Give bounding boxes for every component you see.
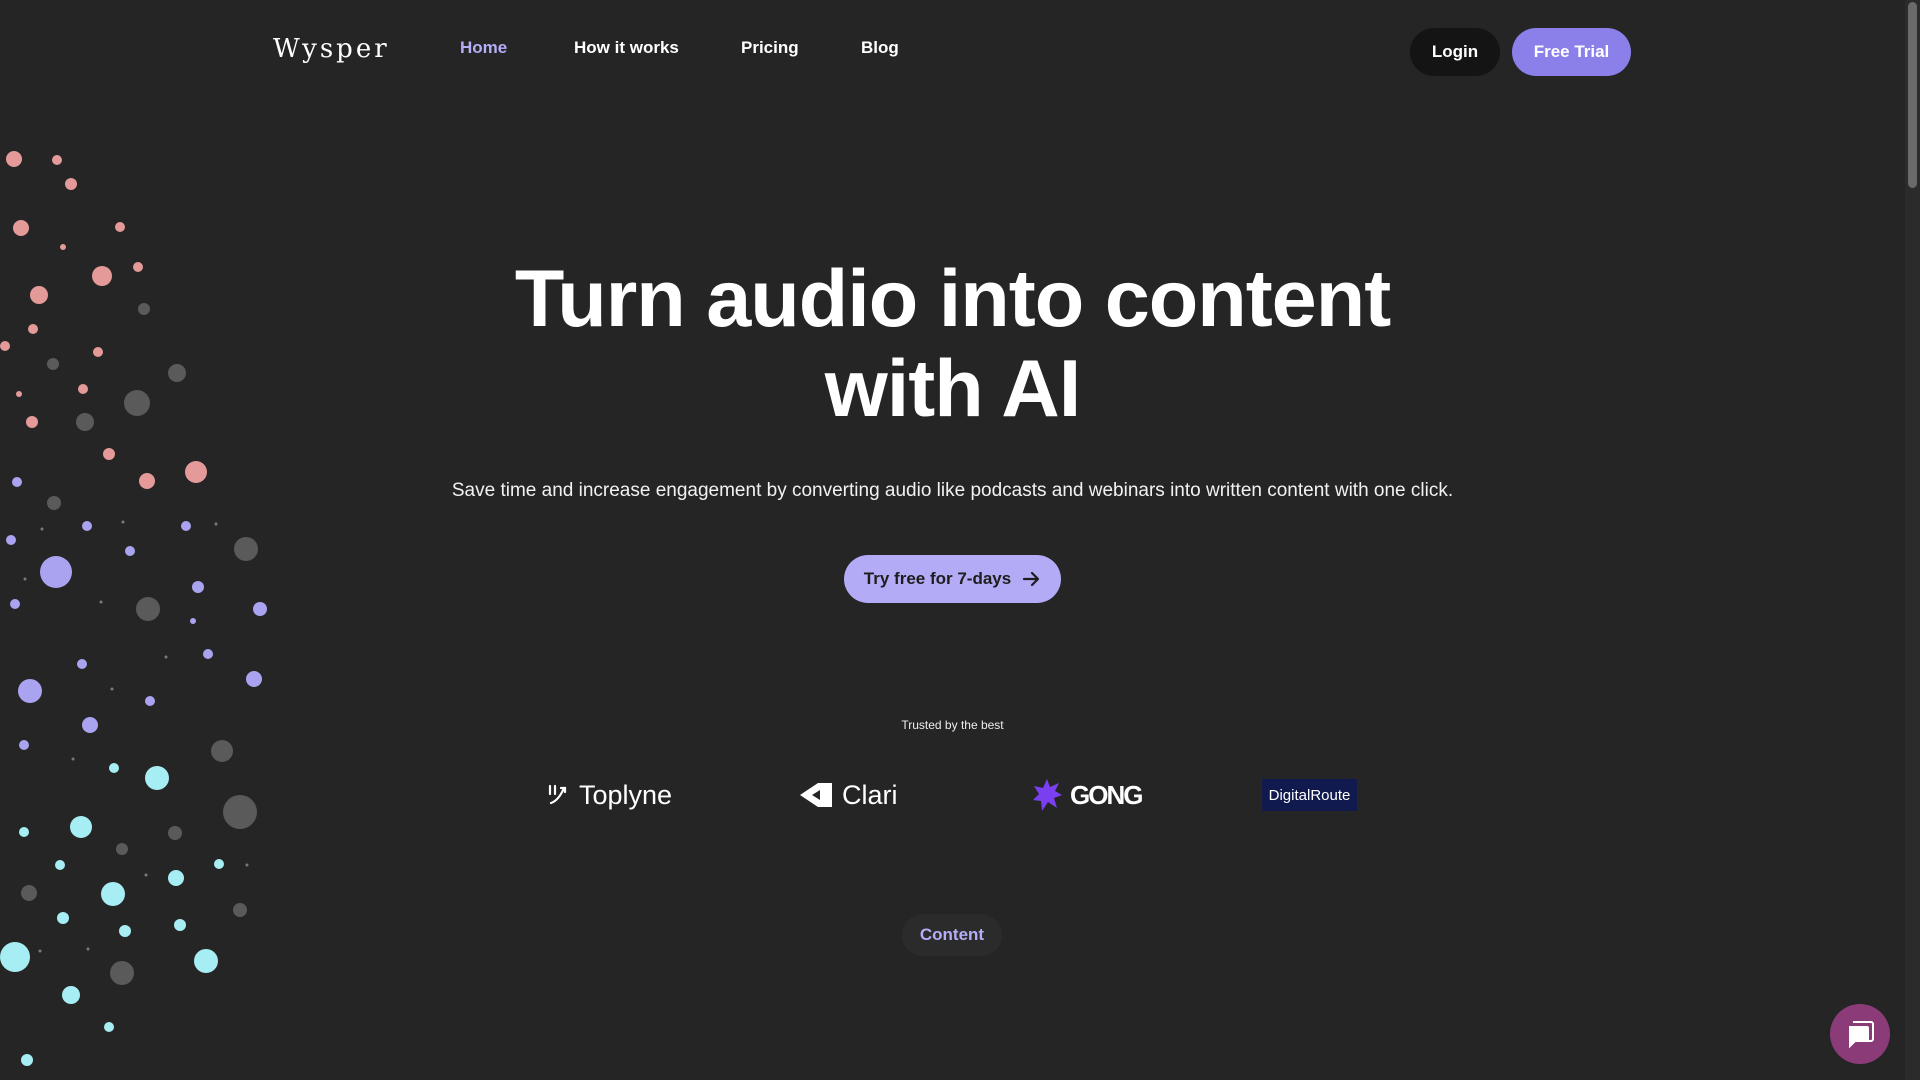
chat-bubble-icon [1849,1021,1874,1049]
gong-logo: GONG [1032,775,1143,815]
toplyne-mark-icon [548,784,567,805]
hero-title-line-1: Turn audio into content [514,254,1391,344]
free-trial-button[interactable]: Free Trial [1512,28,1631,76]
gong-name: GONG [1070,779,1143,810]
nav-home[interactable]: Home [460,38,507,58]
decorative-dot-pattern [0,151,267,1066]
hero-title: Turn audio into content with AI [0,254,1905,434]
nav-blog[interactable]: Blog [861,38,899,58]
try-free-button[interactable]: Try free for 7-days [844,555,1061,603]
toplyne-logo: Toplyne [547,775,672,815]
wysper-logo[interactable]: Wysper [273,34,390,64]
gong-starburst-icon [1033,779,1062,811]
page-scrollbar[interactable] [1905,0,1920,1080]
digitalroute-logo: DigitalRoute [1262,779,1357,811]
chat-button[interactable] [1830,1004,1890,1064]
login-button[interactable]: Login [1410,28,1500,76]
trusted-heading: Trusted by the best [901,718,1004,732]
hero-title-line-2: with AI [824,344,1081,434]
try-free-label: Try free for 7-days [863,569,1012,588]
clari-logo: Clari [798,775,898,815]
arrow-right-icon [1023,571,1040,587]
clari-mark-icon [800,783,832,807]
nav-pricing[interactable]: Pricing [741,38,799,58]
content-tab[interactable]: Content [902,914,1002,956]
scrollbar-thumb[interactable] [1908,2,1917,188]
hero-subtitle: Save time and increase engagement by con… [451,480,1454,501]
clari-name: Clari [842,779,898,810]
toplyne-name: Toplyne [579,779,673,810]
nav-how-it-works[interactable]: How it works [574,38,679,58]
